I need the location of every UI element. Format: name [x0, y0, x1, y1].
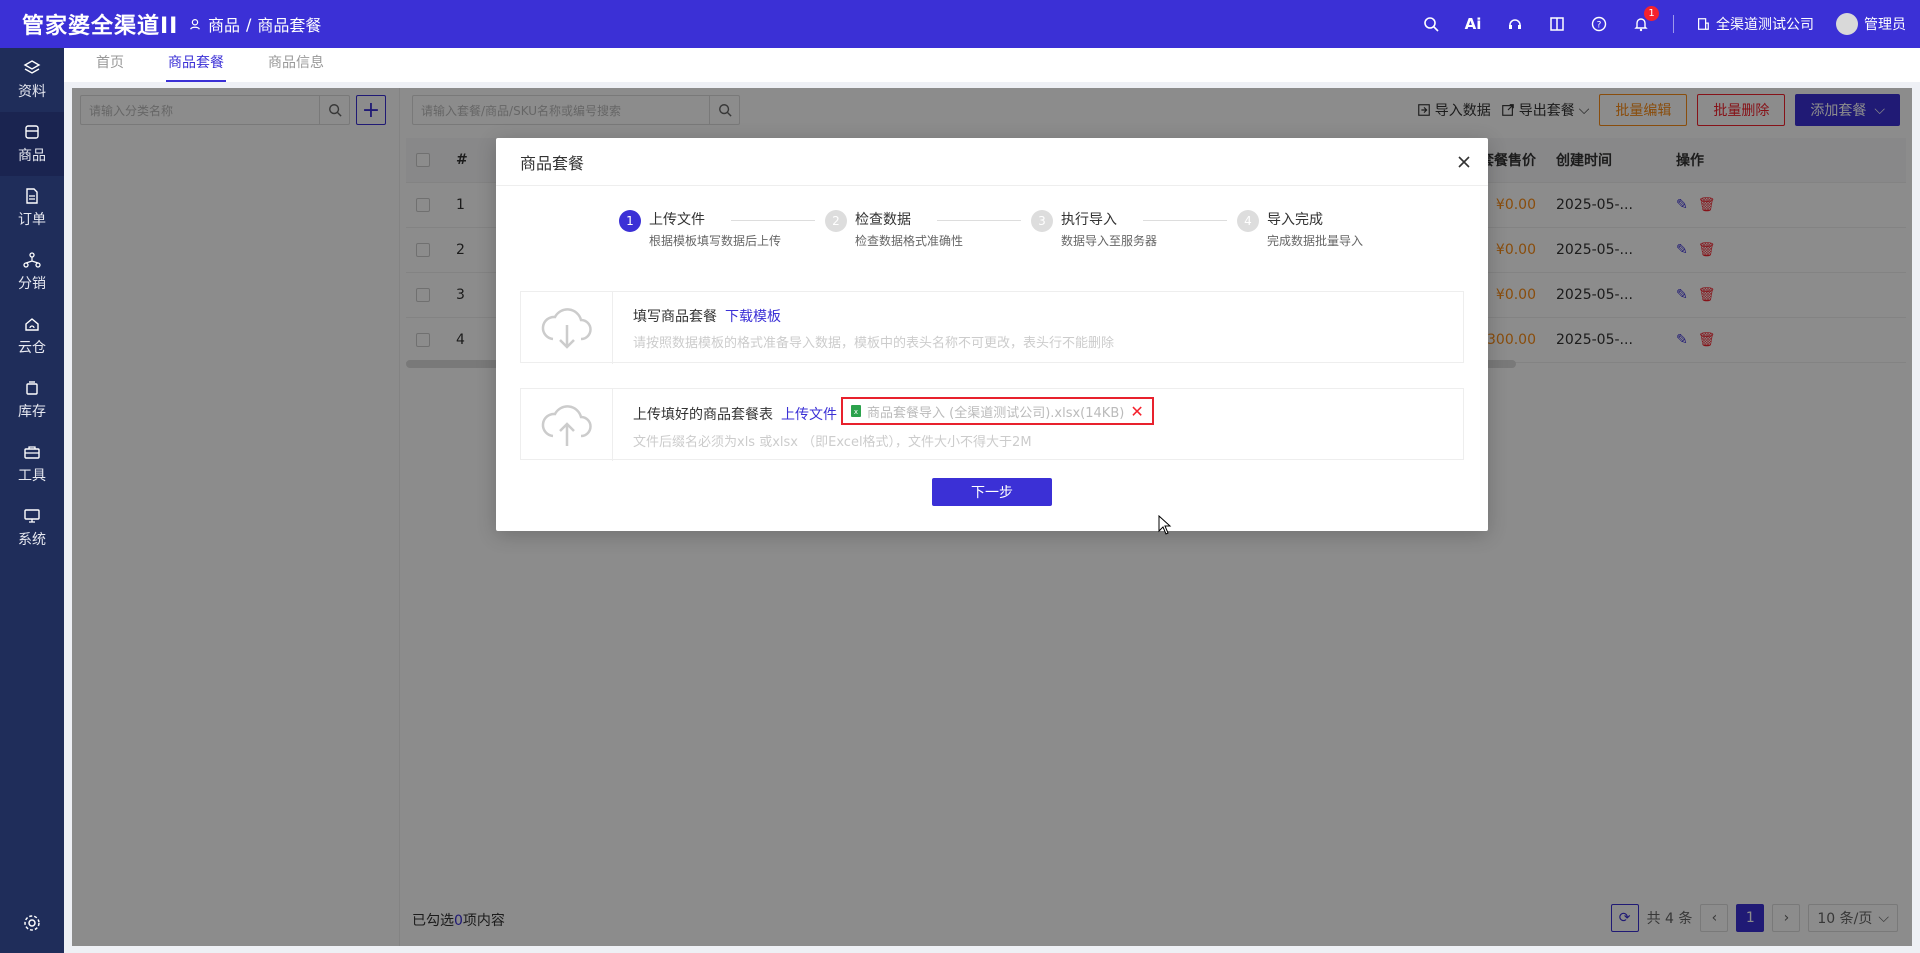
breadcrumb-page: 商品套餐 — [257, 16, 322, 35]
remove-file-icon[interactable]: ✕ — [1130, 402, 1143, 421]
user-name: 管理员 — [1864, 17, 1906, 33]
modal-header: 商品套餐 — [496, 138, 1488, 186]
step-desc: 根据模板填写数据后上传 — [649, 234, 782, 248]
document-icon — [26, 188, 38, 204]
sidebar-item-goods[interactable]: 商品 — [0, 112, 64, 176]
sidebar-item-system[interactable]: 系统 — [0, 496, 64, 560]
uploaded-file-name: 商品套餐导入 (全渠道测试公司).xlsx(14KB) — [867, 405, 1125, 421]
company-name: 全渠道测试公司 — [1716, 17, 1814, 33]
sidebar-item-label: 订单 — [18, 212, 46, 228]
gear-icon[interactable] — [22, 913, 42, 933]
top-bar: 管家婆全渠道II 商品 / 商品套餐 Ai ? 1 全渠道测试公司 管理员 — [0, 0, 1920, 48]
sidebar-item-tools[interactable]: 工具 — [0, 432, 64, 496]
company-switcher[interactable]: 全渠道测试公司 — [1696, 14, 1814, 34]
import-steps: 1 上传文件 根据模板填写数据后上传 2 检查数据 检查数据格式准确性 3 执行导入… — [619, 210, 1443, 249]
template-desc: 请按照数据模板的格式准备导入数据，模板中的表头名称不可更改，表头行不能删除 — [633, 336, 1115, 351]
sidebar-item-label: 资料 — [18, 84, 46, 100]
svg-text:?: ? — [1597, 21, 1602, 31]
breadcrumb-module[interactable]: 商品 — [208, 12, 240, 36]
step-connector — [731, 220, 815, 221]
user-menu[interactable]: 管理员 — [1836, 13, 1906, 35]
cloud-upload-icon — [521, 389, 613, 461]
page-tabs: 首页 商品套餐 商品信息 — [64, 48, 1920, 82]
step-number: 2 — [825, 210, 847, 232]
mouse-cursor-icon — [1158, 515, 1172, 535]
cloud-download-icon — [521, 292, 613, 364]
building-icon — [1698, 18, 1709, 30]
sidebar: 资料 商品 订单 分销 云仓 库存 工具 系统 — [0, 48, 64, 953]
next-step-button[interactable]: 下一步 — [932, 478, 1052, 506]
notification-badge: 1 — [1644, 6, 1659, 21]
sidebar-item-label: 云仓 — [18, 340, 46, 356]
upload-title: 上传填好的商品套餐表 — [633, 407, 773, 423]
sidebar-item-distribution[interactable]: 分销 — [0, 240, 64, 304]
tab-goods-bundle[interactable]: 商品套餐 — [166, 48, 226, 82]
upload-block: 上传填好的商品套餐表 上传文件 x 商品套餐导入 (全渠道测试公司).xlsx(… — [520, 388, 1464, 461]
step-number: 3 — [1031, 210, 1053, 232]
upload-desc: 文件后缀名必须为xls 或xlsx （即Excel格式），文件大小不得大于2M — [633, 435, 1032, 450]
box-icon — [25, 125, 39, 139]
ai-assistant-icon[interactable]: Ai — [1463, 14, 1483, 34]
breadcrumb-separator: / — [246, 14, 252, 34]
upload-file-link[interactable]: 上传文件 — [781, 404, 837, 424]
breadcrumb: 商品 / 商品套餐 — [188, 12, 321, 36]
network-icon — [23, 252, 41, 268]
step-execute: 3 执行导入 数据导入至服务器 — [1031, 210, 1237, 249]
sidebar-item-label: 分销 — [18, 276, 46, 292]
headset-icon[interactable] — [1505, 14, 1525, 34]
book-icon[interactable] — [1547, 14, 1567, 34]
step-desc: 检查数据格式准确性 — [855, 234, 964, 248]
tab-goods-info[interactable]: 商品信息 — [266, 48, 326, 82]
sidebar-item-inventory[interactable]: 库存 — [0, 368, 64, 432]
tab-home[interactable]: 首页 — [94, 48, 126, 82]
step-connector — [937, 220, 1021, 221]
sidebar-item-label: 库存 — [18, 404, 46, 420]
step-title: 导入完成 — [1267, 212, 1323, 228]
sidebar-item-orders[interactable]: 订单 — [0, 176, 64, 240]
top-divider — [1673, 15, 1674, 33]
uploaded-file-chip: x 商品套餐导入 (全渠道测试公司).xlsx(14KB) ✕ — [841, 397, 1154, 425]
stack-icon — [26, 381, 38, 395]
bell-icon[interactable]: 1 — [1631, 6, 1659, 34]
sidebar-item-label: 商品 — [18, 148, 46, 164]
help-icon[interactable]: ? — [1589, 14, 1609, 34]
sidebar-item-cloud-warehouse[interactable]: 云仓 — [0, 304, 64, 368]
app-logo[interactable]: 管家婆全渠道II — [0, 8, 180, 40]
user-outline-icon — [190, 19, 200, 30]
sidebar-item-data[interactable]: 资料 — [0, 48, 64, 112]
download-template-link[interactable]: 下载模板 — [725, 306, 781, 326]
template-title: 填写商品套餐 — [633, 309, 717, 325]
toolbox-icon — [24, 446, 40, 459]
step-number: 1 — [619, 210, 641, 232]
import-modal: 商品套餐 1 上传文件 根据模板填写数据后上传 2 检查数据 检查数据格式准确性 3… — [496, 138, 1488, 531]
monitor-icon — [24, 509, 40, 523]
layers-icon — [23, 60, 41, 74]
template-block: 填写商品套餐 下载模板 请按照数据模板的格式准备导入数据，模板中的表头名称不可更改… — [520, 291, 1464, 364]
step-check: 2 检查数据 检查数据格式准确性 — [825, 210, 1031, 249]
avatar — [1836, 13, 1858, 35]
cloud-house-icon — [25, 318, 39, 331]
step-number: 4 — [1237, 210, 1259, 232]
step-desc: 完成数据批量导入 — [1267, 234, 1364, 248]
step-connector — [1143, 220, 1227, 221]
modal-title: 商品套餐 — [520, 153, 585, 173]
search-icon[interactable] — [1421, 14, 1441, 34]
excel-file-icon: x — [851, 405, 861, 417]
sidebar-item-label: 系统 — [18, 532, 46, 548]
sidebar-item-label: 工具 — [18, 468, 46, 484]
close-icon[interactable] — [1454, 152, 1474, 172]
top-right-tools: Ai ? 1 全渠道测试公司 管理员 — [1421, 0, 1906, 48]
step-complete: 4 导入完成完成数据批量导入 — [1237, 210, 1443, 249]
svg-text:x: x — [854, 408, 858, 416]
step-desc: 数据导入至服务器 — [1061, 234, 1158, 248]
step-upload: 1 上传文件 根据模板填写数据后上传 — [619, 210, 825, 249]
